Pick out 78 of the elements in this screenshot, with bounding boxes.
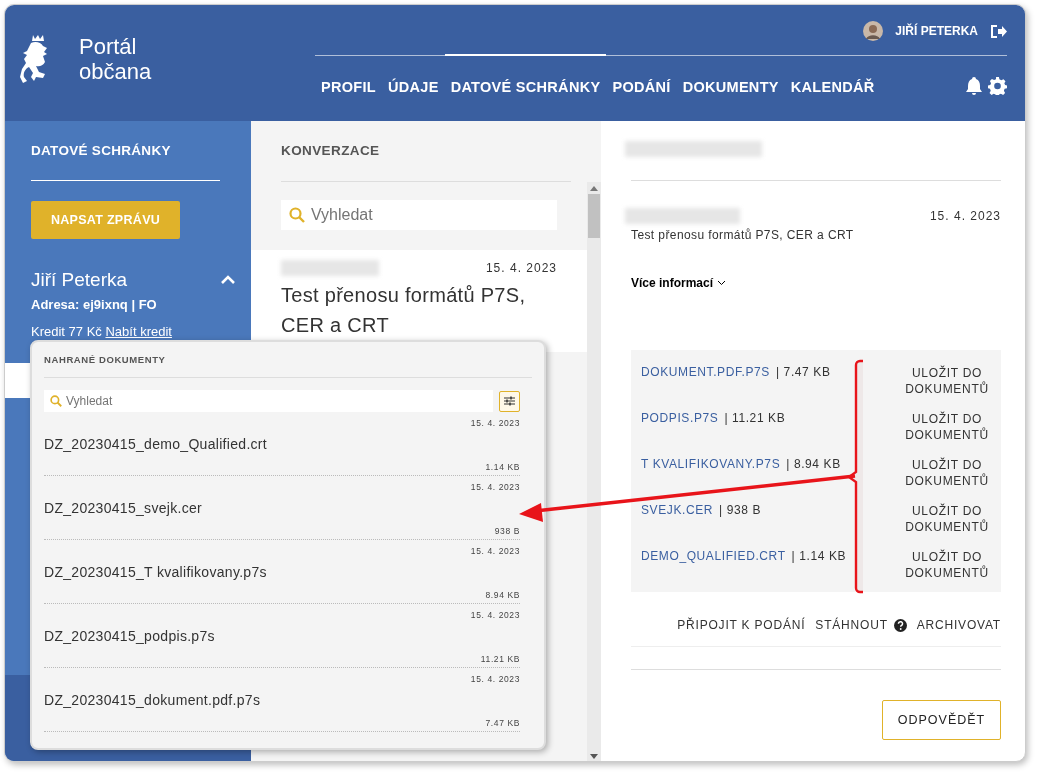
scroll-up-icon[interactable] (590, 186, 598, 191)
reply-button[interactable]: ODPOVĚDĚT (882, 700, 1001, 740)
nav-tab[interactable]: KALENDÁŘ (784, 54, 881, 95)
search-icon (50, 395, 62, 407)
message-subject: Test přenosu formátů P7S, CER a CRT (631, 228, 855, 242)
attachment-link[interactable]: DOKUMENT.PDF.P7S (641, 365, 770, 402)
document-name: DZ_20230415_dokument.pdf.p7s (44, 692, 262, 708)
action-link[interactable]: PŘIPOJIT K PODÁNÍ (677, 618, 806, 632)
scrollbar[interactable] (587, 182, 601, 761)
account-address: Adresa: ej9ixnq | FO (31, 297, 158, 312)
nav-tab[interactable]: DOKUMENTY (676, 54, 785, 95)
panel-title: KONVERZACE (281, 121, 571, 182)
filter-button[interactable] (499, 390, 520, 412)
save-to-documents-link[interactable]: ULOŽIT DO DOKUMENTŮ (893, 402, 1001, 448)
document-item[interactable]: 15. 4. 2023 DZ_20230415_svejk.cer 938 B (44, 476, 520, 540)
attachment-link[interactable]: SVEJK.CER (641, 503, 714, 540)
document-size: 938 B (494, 526, 520, 536)
search-icon (289, 207, 305, 223)
attachment-size: | 938 B (719, 503, 762, 519)
attachment-size: | 8.94 KB (786, 457, 841, 473)
top-up-link[interactable]: Nabít kredit (105, 324, 172, 339)
sidebar-title: DATOVÉ SCHRÁNKY (31, 121, 220, 181)
logout-icon[interactable] (990, 23, 1007, 39)
scroll-down-icon[interactable] (590, 754, 598, 759)
attachment-link[interactable]: DEMO_QUALIFIED.CRT (641, 549, 786, 586)
conversation-item[interactable]: 15. 4. 2023 Test přenosu formátů P7S, CER a CRT (251, 250, 587, 352)
conversation-subject: Test přenosu formátů P7S, CER a CRT (281, 283, 527, 338)
portal-title: Portál (79, 34, 138, 59)
chevron-icon[interactable] (221, 275, 235, 285)
action-link[interactable]: STÁHNOUT (815, 618, 907, 632)
document-name: DZ_20230415_demo_Qualified.crt (44, 436, 269, 452)
nav-tab[interactable]: PODÁNÍ (606, 54, 677, 95)
conversation-date: 15. 4. 2023 (485, 261, 557, 275)
nav-tab[interactable]: PROFIL (315, 54, 382, 95)
sliders-icon (504, 396, 515, 406)
document-name: DZ_20230415_podpis.p7s (44, 628, 216, 644)
document-item[interactable]: 15. 4. 2023 DZ_20230415_demo_Qualified.crt 1.14 KB (44, 412, 520, 476)
save-to-documents-link[interactable]: ULOŽIT DO DOKUMENTŮ (893, 540, 1001, 586)
scroll-thumb[interactable] (588, 194, 600, 238)
document-size: 1.14 KB (485, 462, 520, 472)
credit-label: Kredit 77 Kč (31, 324, 102, 339)
help-icon[interactable] (893, 618, 907, 632)
user-name[interactable]: JIŘÍ PETERKA (895, 24, 978, 38)
nav-tab[interactable]: ÚDAJE (381, 54, 445, 95)
document-date: 15. 4. 2023 (470, 418, 520, 428)
attachment-size: | 11.21 KB (724, 411, 786, 427)
bell-icon[interactable] (964, 76, 984, 96)
save-to-documents-link[interactable]: ULOŽIT DO DOKUMENTŮ (893, 448, 1001, 494)
action-link[interactable]: ARCHIVOVAT (916, 618, 1001, 632)
document-item[interactable]: 15. 4. 2023 DZ_20230415_dokument.pdf.p7s 7.47 KB (44, 668, 520, 732)
popup-title: NAHRANÉ DOKUMENTY (44, 353, 167, 367)
document-item[interactable]: 15. 4. 2023 DZ_20230415_T kvalifikovany.p7s 8.94 KB (44, 540, 520, 604)
attachment-link[interactable]: PODPIS.P7S (641, 411, 719, 448)
document-date: 15. 4. 2023 (470, 610, 520, 620)
document-item[interactable]: 15. 4. 2023 DZ_20230415_podpis.p7s 11.21 KB (44, 604, 520, 668)
account-name: Jiří Peterka (31, 269, 128, 291)
attachment-size: | 1.14 KB (791, 549, 847, 565)
message-date: 15. 4. 2023 (929, 209, 1001, 223)
document-name: DZ_20230415_svejk.cer (44, 500, 204, 516)
more-info-link[interactable]: Více informací (631, 276, 1001, 290)
attachment-link[interactable]: T KVALIFIKOVANY.P7S (641, 457, 781, 494)
settings-icon[interactable] (988, 76, 1007, 95)
nav-tab[interactable]: DATOVÉ SCHRÁNKY (444, 54, 607, 95)
document-date: 15. 4. 2023 (470, 674, 520, 684)
document-size: 11.21 KB (480, 654, 520, 664)
document-name: DZ_20230415_T kvalifikovany.p7s (44, 564, 268, 580)
document-date: 15. 4. 2023 (470, 482, 520, 492)
chevron-down-icon[interactable] (717, 280, 727, 286)
attachment-size: | 7.47 KB (775, 365, 831, 381)
avatar-icon (863, 21, 884, 41)
save-to-documents-link[interactable]: ULOŽIT DO DOKUMENTŮ (893, 356, 1001, 402)
search-field[interactable]: Vyhledat (281, 200, 557, 230)
document-size: 8.94 KB (485, 590, 520, 600)
search-field[interactable]: Vyhledat (44, 390, 493, 412)
save-to-documents-link[interactable]: ULOŽIT DO DOKUMENTŮ (893, 494, 1001, 540)
document-date: 15. 4. 2023 (470, 546, 520, 556)
document-size: 7.47 KB (485, 718, 520, 728)
portal-title: občana (79, 59, 152, 84)
